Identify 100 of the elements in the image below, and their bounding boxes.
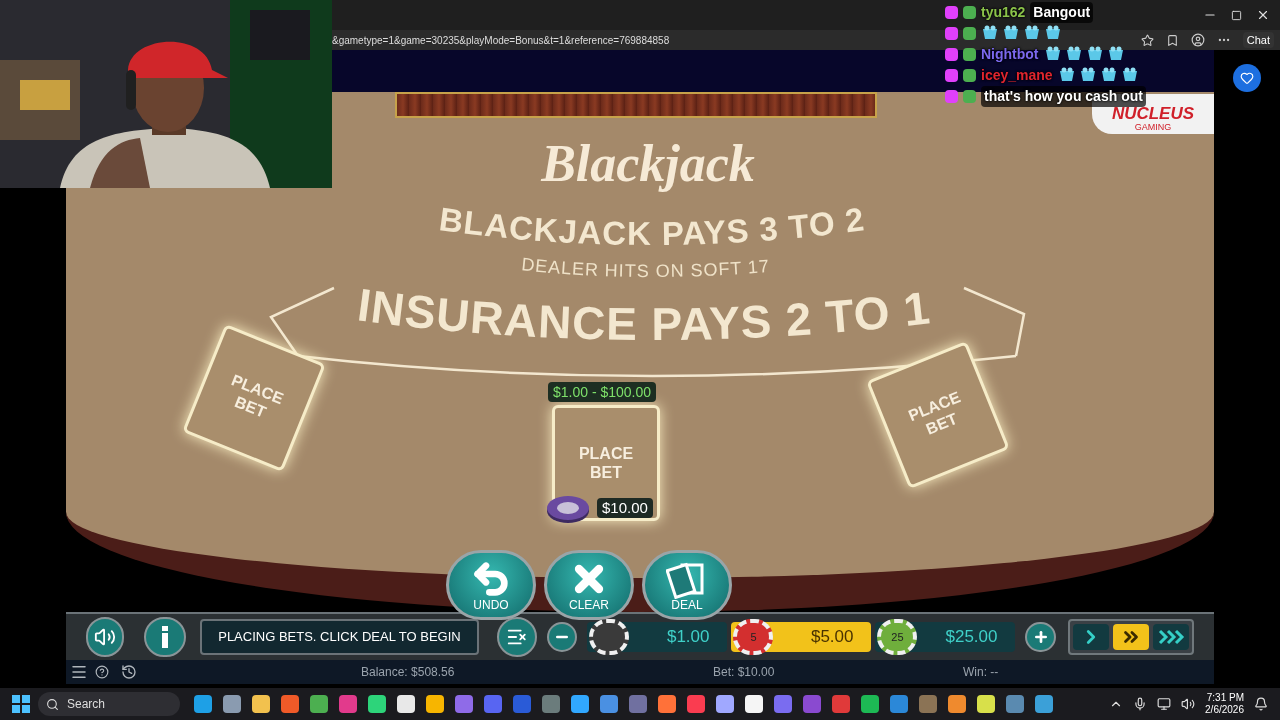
star-icon[interactable]: [1140, 33, 1154, 47]
speed-button[interactable]: [1153, 624, 1189, 650]
app-icon[interactable]: [832, 695, 850, 713]
plus-icon: [1032, 629, 1049, 645]
emote-icon: [1044, 25, 1062, 41]
emote-icon: [1106, 46, 1125, 62]
bet-text: Bet: $10.00: [713, 664, 776, 681]
balance-text: Balance: $508.56: [361, 664, 456, 681]
search-field[interactable]: Search: [38, 692, 180, 716]
triple-chevron-icon: [1157, 628, 1185, 646]
app-icon[interactable]: [774, 695, 792, 713]
heart-icon: [1240, 71, 1254, 85]
menu-icon[interactable]: [70, 663, 88, 681]
app-icon[interactable]: [919, 695, 937, 713]
windows-icon[interactable]: [12, 695, 30, 713]
app-icon[interactable]: [861, 695, 879, 713]
chat-username: Nightbot: [981, 44, 1039, 64]
chip-icon: 25: [877, 619, 918, 655]
app-icon[interactable]: [658, 695, 676, 713]
deal-button[interactable]: DEAL: [642, 550, 732, 620]
logo-text: NUCLEUS: [1111, 105, 1195, 122]
emote-icon: [1064, 46, 1083, 62]
bet-amount: $10.00: [597, 498, 653, 518]
app-icon[interactable]: [252, 695, 270, 713]
app-icon[interactable]: [716, 695, 734, 713]
emote-icon: [1078, 67, 1097, 83]
app-icon[interactable]: [977, 695, 995, 713]
app-icon[interactable]: [542, 695, 560, 713]
bet-limits-tooltip: $1.00 - $100.00: [548, 382, 657, 402]
app-icon[interactable]: [600, 695, 618, 713]
chip-option[interactable]: 5 $5.00: [731, 622, 872, 652]
game-title: Blackjack: [539, 134, 756, 194]
clear-bets-button[interactable]: [496, 617, 537, 657]
speaker-icon[interactable]: [1181, 697, 1196, 711]
monitor-icon[interactable]: [1157, 697, 1172, 711]
clock-time: 7:31 PM: [1206, 692, 1244, 704]
url-text: &gametype=1&game=30235&playMode=Bonus&t=1&reference=769884858: [332, 33, 670, 48]
help-icon[interactable]: [95, 665, 109, 679]
emote-icon: [1002, 25, 1020, 41]
app-icon[interactable]: [803, 695, 821, 713]
payout-rule: BLACKJACK PAYS 3 TO 2: [437, 200, 867, 253]
microphone-icon[interactable]: [1133, 697, 1148, 711]
bell-icon[interactable]: [1254, 697, 1268, 711]
app-icon[interactable]: [426, 695, 444, 713]
emote-icon: [1085, 46, 1104, 62]
emote-icon: [1057, 67, 1076, 83]
favorite-button[interactable]: [1233, 64, 1261, 92]
app-icon[interactable]: [281, 695, 299, 713]
logo-subtext: GAMING: [1134, 122, 1172, 132]
chat-message: Bangout: [1030, 1, 1094, 23]
app-icon[interactable]: [484, 695, 502, 713]
undo-button[interactable]: UNDO: [446, 550, 536, 620]
app-icon[interactable]: [745, 695, 763, 713]
emote-icon: [1120, 67, 1139, 83]
chat-username: tyu162: [981, 2, 1026, 22]
chip-option[interactable]: $1.00: [587, 622, 728, 652]
info-icon: [161, 626, 170, 648]
emote-icon: [1023, 25, 1041, 41]
status-message: PLACING BETS. CLICK DEAL TO BEGIN: [200, 619, 479, 655]
place-bet-label: PLACE BET: [577, 444, 635, 482]
maximize-icon[interactable]: [1231, 9, 1242, 21]
app-icon[interactable]: [1035, 695, 1053, 713]
clear-button[interactable]: CLEAR: [544, 550, 634, 620]
clock-date: 2/6/2026: [1205, 704, 1244, 716]
app-icon[interactable]: [194, 695, 212, 713]
app-icon[interactable]: [339, 695, 357, 713]
bookmark-icon[interactable]: [1165, 33, 1179, 47]
app-icon[interactable]: [397, 695, 415, 713]
app-icon[interactable]: [890, 695, 908, 713]
chip-icon: [546, 494, 590, 524]
app-icon[interactable]: [1006, 695, 1024, 713]
speed-button[interactable]: [1113, 624, 1149, 650]
emote-icon: [981, 25, 999, 41]
history-icon[interactable]: [121, 664, 137, 680]
chat-message: that's how you cash out: [981, 85, 1146, 107]
close-icon[interactable]: [1256, 8, 1270, 22]
profile-icon[interactable]: [1190, 33, 1205, 47]
chat-button[interactable]: Chat: [1242, 31, 1274, 49]
speaker-icon: [94, 626, 117, 648]
increase-button[interactable]: [1025, 622, 1056, 652]
chip-option[interactable]: 25 $25.00: [875, 622, 1016, 652]
ribbon-tail: [963, 286, 1026, 357]
app-icon[interactable]: [368, 695, 386, 713]
search-icon: [46, 697, 59, 711]
decrease-button[interactable]: [546, 622, 578, 652]
dealer-rule: DEALER HITS ON SOFT 17: [520, 254, 771, 281]
info-button[interactable]: [144, 617, 187, 657]
app-icon[interactable]: [948, 695, 966, 713]
app-icon[interactable]: [629, 695, 647, 713]
app-icon[interactable]: [455, 695, 473, 713]
app-icon[interactable]: [571, 695, 589, 713]
app-icon[interactable]: [310, 695, 328, 713]
win-text: Win: --: [963, 664, 999, 681]
speed-button[interactable]: [1073, 624, 1109, 650]
app-icon[interactable]: [223, 695, 241, 713]
chat-username: icey_mane: [981, 65, 1053, 85]
emote-icon: [1043, 46, 1062, 62]
sound-button[interactable]: [86, 617, 125, 657]
emote-icon: [1099, 67, 1118, 83]
app-icon[interactable]: [687, 695, 705, 713]
